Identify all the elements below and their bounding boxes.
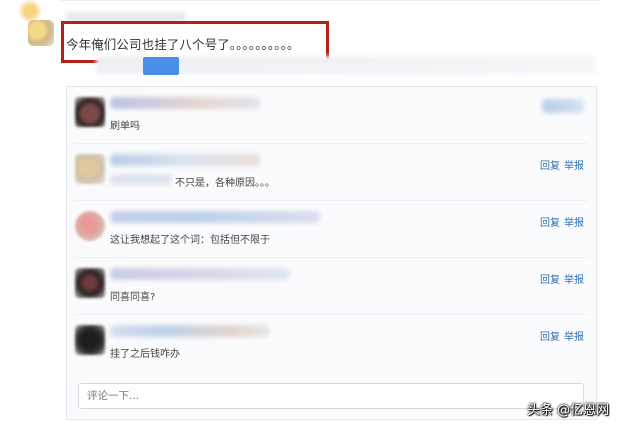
report-link[interactable]: 举报 (564, 161, 584, 172)
poster-avatar-glow (18, 0, 42, 22)
top-divider (60, 0, 600, 1)
comment-item: 刷单吗 (67, 87, 596, 144)
commenter-name-blurred (110, 154, 260, 166)
commenter-avatar[interactable] (75, 325, 105, 355)
poster-avatar[interactable] (28, 20, 54, 46)
commenter-avatar[interactable] (75, 154, 105, 184)
comment-text: 挂了之后钱咋办 (110, 349, 180, 360)
reply-link[interactable]: 回复 (540, 275, 560, 286)
comment-actions: 回复 举报 (536, 157, 584, 172)
comments-panel: 刷单吗 不只是，各种原因。。。 回复 举报 这让我想起了这个词：包括但不限于 回复… (66, 86, 597, 420)
comment-item: 这让我想起了这个词：包括但不限于 回复 举报 (67, 201, 596, 258)
report-link[interactable]: 举报 (564, 218, 584, 229)
comment-text-prefix-blurred (110, 174, 172, 185)
report-link[interactable]: 举报 (564, 332, 584, 343)
comment-text: 同喜同喜? (110, 292, 156, 303)
commenter-avatar[interactable] (75, 211, 105, 241)
reply-link[interactable]: 回复 (540, 332, 560, 343)
commenter-name-blurred (110, 268, 290, 280)
watermark: 头条 @亿恩网 (527, 403, 610, 418)
comment-text: 不只是，各种原因。。。 (175, 178, 275, 189)
comment-actions-blurred (542, 99, 584, 113)
comment-text: 这让我想起了这个词：包括但不限于 (110, 235, 270, 246)
reply-link[interactable]: 回复 (540, 161, 560, 172)
comment-text: 刷单吗 (110, 121, 140, 132)
comment-actions: 回复 举报 (536, 271, 584, 286)
commenter-avatar[interactable] (75, 97, 105, 127)
commenter-name-blurred (110, 325, 270, 337)
comment-item: 同喜同喜? 回复 举报 (67, 258, 596, 315)
comment-actions: 回复 举报 (536, 328, 584, 343)
commenter-name-blurred (110, 97, 260, 109)
like-button[interactable] (143, 57, 179, 75)
reply-link[interactable]: 回复 (540, 218, 560, 229)
report-link[interactable]: 举报 (564, 275, 584, 286)
commenter-avatar[interactable] (75, 268, 105, 298)
comment-item: 不只是，各种原因。。。 回复 举报 (67, 144, 596, 201)
comment-item: 挂了之后钱咋办 回复 举报 (67, 315, 596, 372)
commenter-name-blurred (110, 211, 320, 223)
comment-actions: 回复 举报 (536, 214, 584, 229)
comment-input[interactable] (78, 383, 584, 409)
